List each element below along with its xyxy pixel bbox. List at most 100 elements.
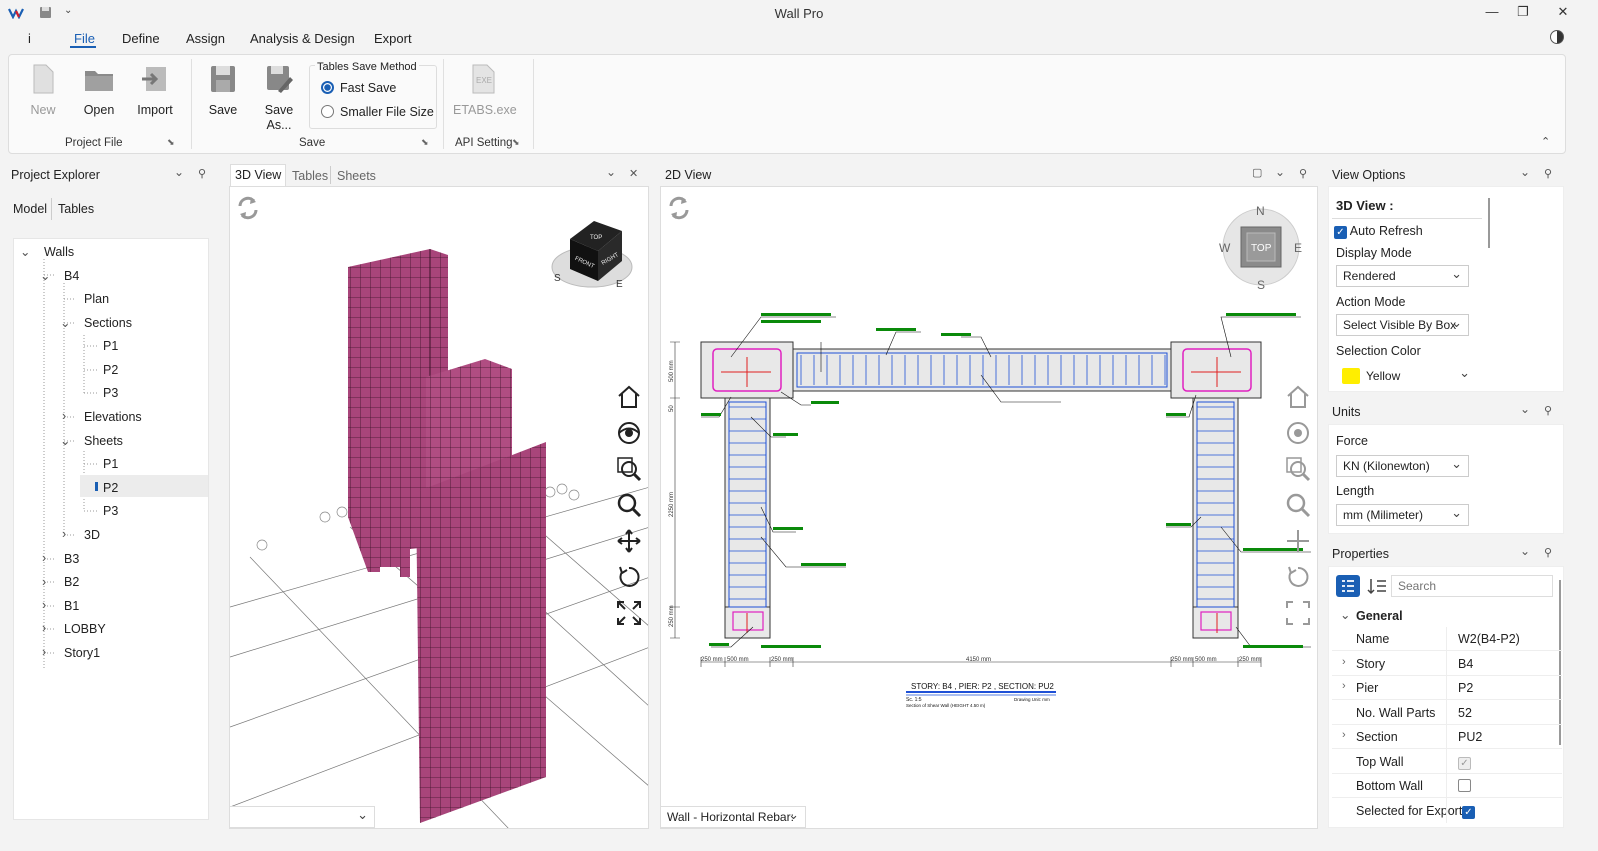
bottom-wall-checkbox[interactable] (1458, 779, 1471, 792)
properties-dropdown-icon[interactable]: ⌄ (1520, 544, 1530, 558)
zoom-window-icon[interactable] (616, 456, 642, 482)
display-mode-select[interactable]: Rendered (1336, 265, 1469, 287)
menu-info[interactable]: i (28, 31, 31, 46)
tab-3d-tables[interactable]: Tables (292, 169, 328, 183)
tree-item-sheets[interactable]: Sheets (84, 434, 123, 448)
theme-toggle-icon[interactable] (1550, 30, 1564, 44)
units-pin-icon[interactable]: ⚲ (1544, 404, 1552, 417)
home-icon[interactable] (616, 384, 642, 410)
orbit-2d-icon[interactable] (1285, 420, 1311, 446)
top-wall-checkbox[interactable]: ✓ (1458, 757, 1471, 770)
2d-dropdown-icon[interactable]: ⌄ (1275, 165, 1285, 179)
menu-assign[interactable]: Assign (186, 31, 225, 46)
properties-search-input[interactable] (1391, 575, 1553, 597)
prop-row-top-wall[interactable]: Top Wall ✓ (1332, 750, 1562, 774)
categorized-view-icon[interactable] (1336, 575, 1360, 597)
collapse-b4-icon[interactable]: ⌄ (40, 268, 50, 283)
expand-elevations-icon[interactable]: › (62, 409, 66, 423)
selected-for-export-checkbox[interactable]: ✓ (1462, 806, 1475, 819)
fast-save-radio[interactable]: Fast Save (321, 81, 396, 95)
menu-export[interactable]: Export (374, 31, 412, 46)
prop-row-name[interactable]: Name W2(B4-P2) (1332, 627, 1562, 651)
expand-pier-icon[interactable]: › (1342, 680, 1346, 692)
menu-analysis-design[interactable]: Analysis & Design (250, 31, 355, 46)
tree-item-3d[interactable]: 3D (84, 528, 100, 542)
tree-item-b4[interactable]: B4 (64, 269, 79, 283)
3d-bottom-dropdown[interactable] (229, 806, 375, 828)
tab-tables[interactable]: Tables (58, 202, 94, 216)
api-launcher-icon[interactable]: ⬊ (512, 137, 520, 148)
tree-item-b2[interactable]: B2 (64, 575, 79, 589)
3d-tabs-dropdown-icon[interactable]: ⌄ (606, 165, 616, 179)
collapse-sheets-icon[interactable]: ⌄ (60, 433, 70, 448)
maximize-button[interactable]: ❐ (1508, 2, 1538, 22)
minimize-button[interactable]: — (1477, 2, 1507, 22)
selection-color-select[interactable]: Yellow (1336, 365, 1476, 387)
pan-2d-icon[interactable] (1285, 528, 1311, 554)
orbit-icon[interactable] (616, 420, 642, 446)
collapse-sections-icon[interactable]: ⌄ (60, 315, 70, 330)
expand-story-icon[interactable]: › (1342, 656, 1346, 668)
prop-row-selected-export[interactable]: Selected for Export ✓ (1332, 799, 1562, 823)
smaller-file-size-radio[interactable]: Smaller File Size (321, 105, 434, 119)
import-button[interactable]: Import (131, 63, 179, 117)
tree-item-plan[interactable]: Plan (84, 292, 109, 306)
save-as-button[interactable]: Save As... (255, 63, 303, 133)
compass-icon[interactable]: TOP N S W E (1219, 204, 1302, 292)
fullscreen-2d-icon[interactable] (1285, 600, 1311, 626)
zoom-2d-icon[interactable] (1285, 492, 1311, 518)
refresh-3d-icon[interactable] (234, 194, 260, 220)
properties-pin-icon[interactable]: ⚲ (1544, 546, 1552, 559)
tree-item-sheet-p2[interactable]: P2 (103, 481, 118, 495)
prop-row-story[interactable]: › Story B4 (1332, 652, 1562, 676)
2d-viewport[interactable]: TOP N S W E 250 mm 500 mm 250 mm 4150 mm… (660, 186, 1318, 829)
rotate-icon[interactable] (616, 564, 642, 590)
expand-b1-icon[interactable]: › (42, 598, 46, 612)
zoom-window-2d-icon[interactable] (1285, 456, 1311, 482)
2d-bottom-dropdown[interactable]: Wall - Horizontal Rebar: (660, 806, 806, 828)
tree-item-section-p2[interactable]: P2 (103, 363, 118, 377)
expand-3d-icon[interactable]: › (62, 527, 66, 541)
tree-item-sheet-p3[interactable]: P3 (103, 504, 118, 518)
project-file-launcher-icon[interactable]: ⬊ (167, 137, 175, 148)
pan-icon[interactable] (616, 528, 642, 554)
expand-b3-icon[interactable]: › (42, 551, 46, 565)
3d-view-close-icon[interactable]: ✕ (629, 167, 638, 180)
tab-3d-view[interactable]: 3D View (235, 168, 281, 182)
menu-define[interactable]: Define (122, 31, 160, 46)
rotate-2d-icon[interactable] (1285, 564, 1311, 590)
close-button[interactable]: ✕ (1548, 2, 1578, 22)
tab-model[interactable]: Model (13, 202, 47, 216)
collapse-general-icon[interactable]: ⌄ (1340, 607, 1350, 622)
prop-row-wall-parts[interactable]: No. Wall Parts 52 (1332, 701, 1562, 725)
expand-b2-icon[interactable]: › (42, 575, 46, 589)
tab-3d-sheets[interactable]: Sheets (337, 169, 376, 183)
tree-item-walls[interactable]: Walls (44, 245, 74, 259)
tree-item-section-p3[interactable]: P3 (103, 386, 118, 400)
explorer-dropdown-icon[interactable]: ⌄ (174, 165, 184, 179)
new-button[interactable]: New (19, 63, 67, 117)
tree-item-elevations[interactable]: Elevations (84, 410, 142, 424)
refresh-2d-icon[interactable] (665, 194, 691, 220)
view-options-dropdown-icon[interactable]: ⌄ (1520, 165, 1530, 179)
tree-item-lobby[interactable]: LOBBY (64, 622, 106, 636)
home-2d-icon[interactable] (1285, 384, 1311, 410)
save-launcher-icon[interactable]: ⬊ (421, 137, 429, 148)
length-select[interactable]: mm (Milimeter) (1336, 504, 1469, 526)
action-mode-select[interactable]: Select Visible By Box (1336, 314, 1469, 336)
tree-item-b1[interactable]: B1 (64, 599, 79, 613)
prop-row-pier[interactable]: › Pier P2 (1332, 676, 1562, 700)
explorer-pin-icon[interactable]: ⚲ (198, 167, 206, 180)
collapse-walls-icon[interactable]: ⌄ (20, 244, 30, 259)
2d-pin-icon[interactable]: ⚲ (1299, 167, 1307, 180)
collapse-ribbon-icon[interactable]: ⌃ (1541, 135, 1550, 148)
open-button[interactable]: Open (75, 63, 123, 117)
prop-row-bottom-wall[interactable]: Bottom Wall (1332, 774, 1562, 798)
sort-icon[interactable] (1366, 575, 1388, 597)
force-select[interactable]: KN (Kilonewton) (1336, 455, 1469, 477)
3d-viewport[interactable]: TOP FRONT RIGHT S E (229, 186, 649, 829)
prop-row-section[interactable]: › Section PU2 (1332, 725, 1562, 749)
zoom-icon[interactable] (616, 492, 642, 518)
auto-refresh-checkbox[interactable]: ✓ Auto Refresh (1334, 224, 1423, 239)
view-options-pin-icon[interactable]: ⚲ (1544, 167, 1552, 180)
